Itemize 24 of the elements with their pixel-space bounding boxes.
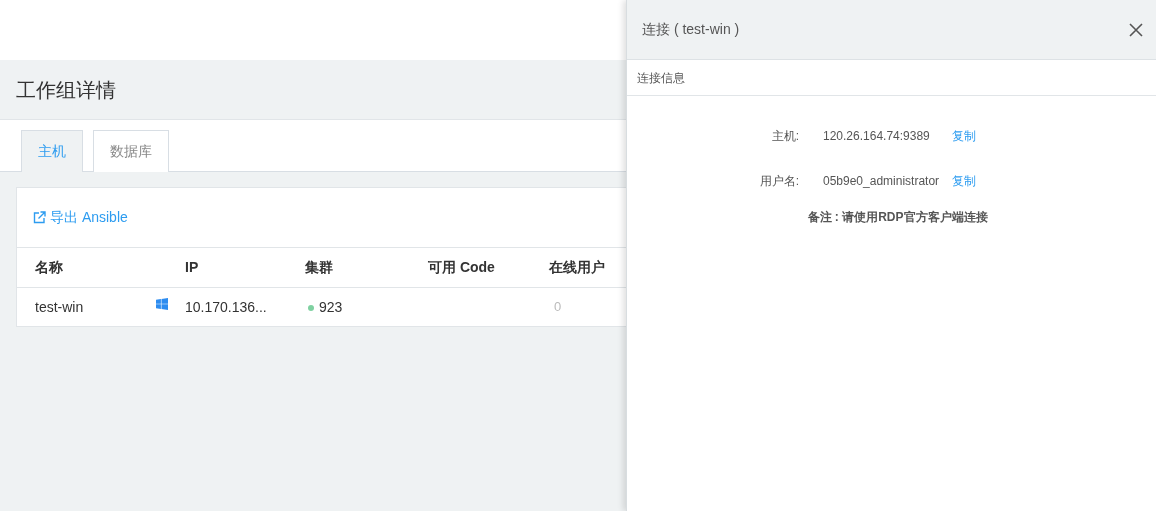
column-header: 在线用户 <box>549 259 605 275</box>
section-heading: 连接信息 <box>637 69 685 87</box>
tab[interactable]: 数据库 <box>93 130 169 172</box>
panel-title: 连接 ( test-win ) <box>642 20 740 39</box>
ip-address: 10.170.136... <box>185 297 267 317</box>
external-link-icon <box>33 211 46 224</box>
field-label: 主机: <box>771 129 799 143</box>
column-header: IP <box>185 259 199 275</box>
export-link[interactable]: 导出 Ansible <box>33 207 128 228</box>
cluster-name: 923 <box>319 297 343 317</box>
copy-link[interactable]: 复制 <box>952 172 976 190</box>
tab[interactable]: 主机 <box>21 130 83 172</box>
note-text: 备注 : 请使用RDP官方客户端连接 <box>806 209 988 226</box>
field-value: 120.26.164.74:9389 <box>823 129 930 143</box>
field-value: 05b9e0_administrator <box>823 174 940 188</box>
close-icon[interactable] <box>1128 21 1144 38</box>
copy-link[interactable]: 复制 <box>952 127 976 145</box>
page-title: 工作组详情 <box>16 77 116 103</box>
column-header: 可用 Code <box>428 259 495 275</box>
column-header: 名称 <box>35 259 63 275</box>
field-label: 用户名: <box>759 174 799 188</box>
user-count: 0 <box>553 298 562 317</box>
column-header: 集群 <box>305 259 333 275</box>
host-name: test-win <box>35 297 84 317</box>
